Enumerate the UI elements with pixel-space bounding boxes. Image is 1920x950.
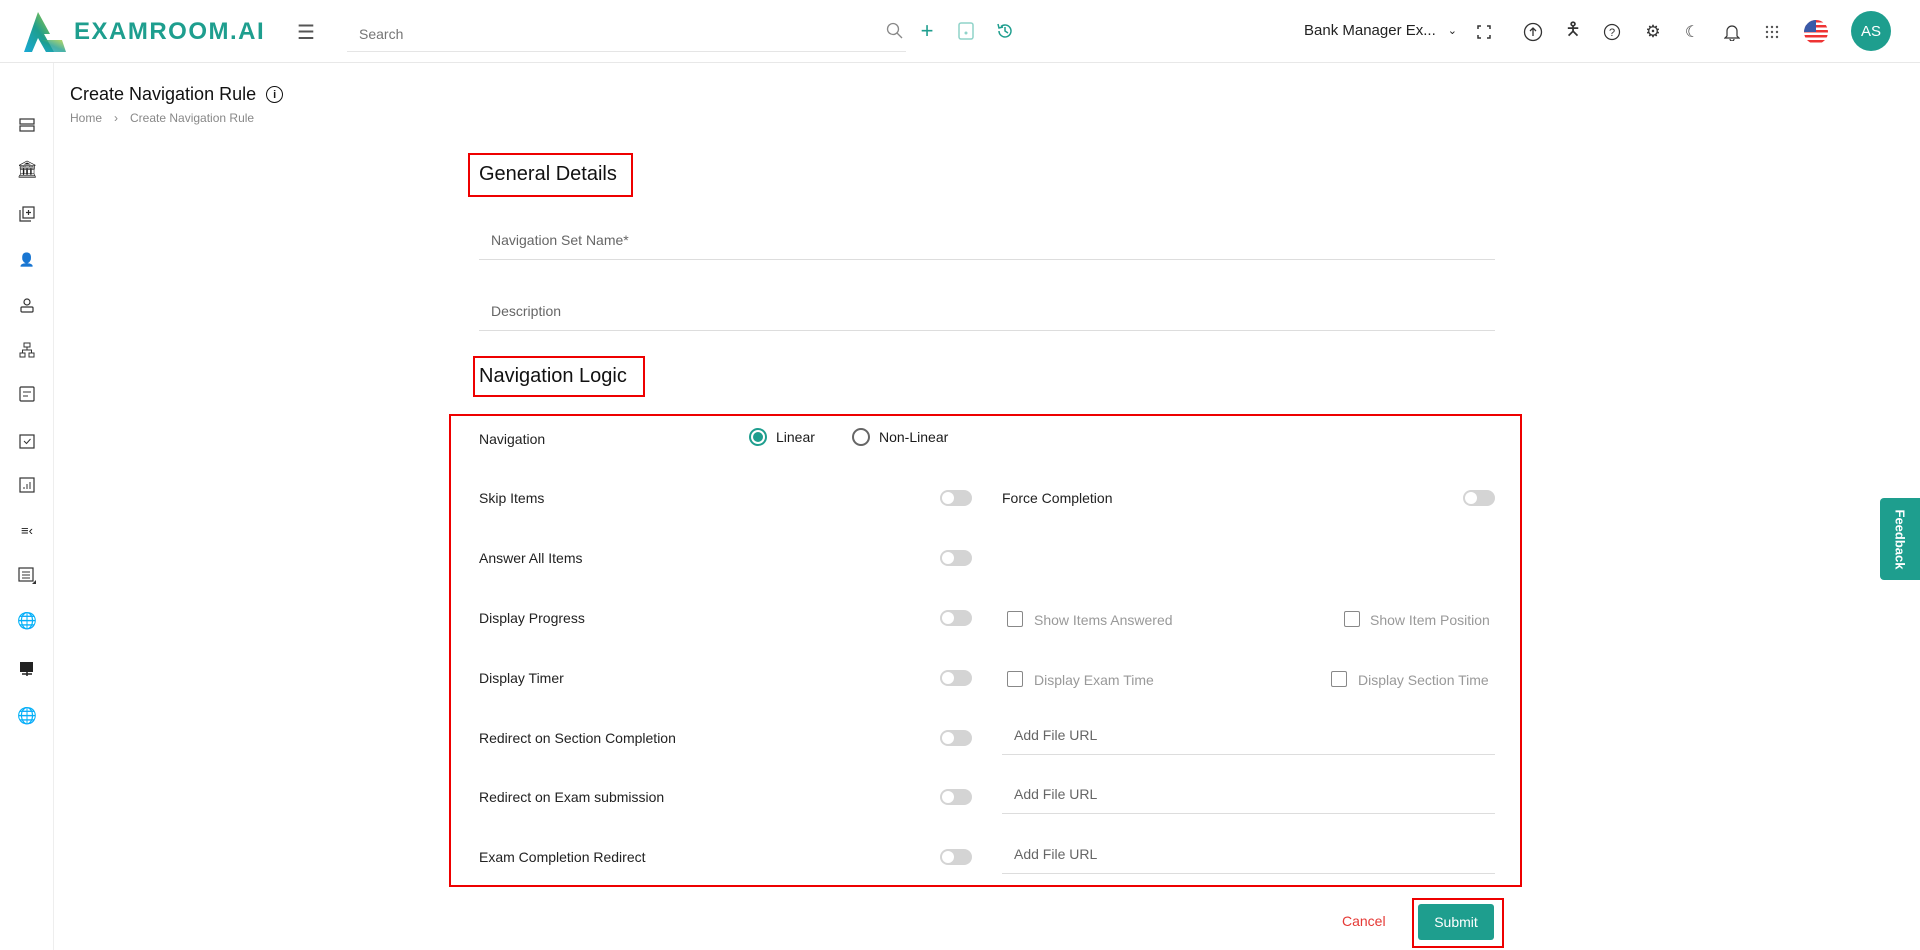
radio-non-linear-label: Non-Linear (879, 429, 949, 445)
exam-selector[interactable]: Bank Manager Ex... ⌄ (1304, 22, 1457, 39)
search-icon[interactable] (885, 21, 905, 41)
clipboard-check-icon[interactable] (17, 430, 37, 450)
general-details-heading: General Details (479, 163, 617, 185)
brand-name: EXAMROOM.AI (74, 18, 266, 45)
logo-icon (24, 12, 66, 52)
search-input[interactable] (347, 16, 867, 51)
accessibility-icon[interactable]: 🯅 (1562, 19, 1584, 43)
top-bar: EXAMROOM.AI ☰ + Bank Manager Ex... ⌄ 🯅 ?… (0, 0, 1920, 63)
display-timer-label: Display Timer (479, 670, 564, 686)
notification-bell-icon[interactable] (1721, 21, 1743, 43)
navigation-set-name-input[interactable] (479, 220, 1495, 259)
list-icon[interactable] (17, 566, 37, 586)
breadcrumb-separator: › (114, 111, 119, 125)
redirect-section-completion-toggle[interactable] (940, 730, 972, 746)
sidebar: 🏛 👤 ≡‹ 🌐 🌐 (0, 63, 54, 950)
history-icon[interactable] (995, 21, 1015, 41)
breadcrumb-home[interactable]: Home (70, 111, 102, 125)
radio-checked-icon (749, 428, 767, 446)
display-section-time-checkbox[interactable] (1331, 671, 1347, 687)
apps-grid-icon[interactable] (1761, 21, 1783, 43)
submit-button[interactable]: Submit (1418, 904, 1494, 940)
user-icon[interactable] (17, 295, 37, 315)
force-completion-label: Force Completion (1002, 490, 1113, 506)
section-redirect-url-input[interactable] (1002, 715, 1495, 754)
breadcrumb: Home › Create Navigation Rule (70, 111, 254, 125)
skip-items-label: Skip Items (479, 490, 545, 506)
help-icon[interactable]: ? (1601, 21, 1623, 43)
exam-completion-url-input[interactable] (1002, 834, 1495, 873)
radio-unchecked-icon (852, 428, 870, 446)
add-icon[interactable]: + (917, 18, 937, 43)
exam-completion-redirect-label: Exam Completion Redirect (479, 849, 646, 865)
display-exam-time-checkbox[interactable] (1007, 671, 1023, 687)
display-progress-toggle[interactable] (940, 610, 972, 626)
display-progress-label: Display Progress (479, 610, 585, 626)
globe-settings-icon[interactable]: 🌐 (17, 611, 37, 631)
redirect-exam-submission-label: Redirect on Exam submission (479, 789, 665, 805)
page-title-row: Create Navigation Rule i (70, 84, 284, 105)
display-exam-time-label: Display Exam Time (1034, 672, 1154, 688)
answer-all-items-label: Answer All Items (479, 550, 583, 566)
save-icon[interactable] (956, 21, 976, 41)
logo[interactable]: EXAMROOM.AI (24, 12, 265, 52)
avatar[interactable]: AS (1851, 11, 1891, 51)
display-section-time-label: Display Section Time (1358, 672, 1489, 688)
navigation-set-name-field[interactable] (479, 220, 1495, 260)
navigation-label: Navigation (479, 431, 546, 447)
description-input[interactable] (479, 291, 1495, 330)
upload-icon[interactable] (1522, 21, 1544, 43)
fullscreen-icon[interactable] (1474, 22, 1494, 42)
answer-all-items-toggle[interactable] (940, 550, 972, 566)
radio-non-linear[interactable]: Non-Linear (852, 428, 948, 446)
navigation-logic-panel-highlight (449, 414, 1522, 887)
svg-text:?: ? (1609, 27, 1615, 39)
menu-icon[interactable]: ☰ (296, 22, 316, 44)
feedback-tab[interactable]: Feedback (1880, 498, 1920, 580)
info-icon[interactable]: i (266, 86, 284, 103)
avatar-initials: AS (1860, 22, 1881, 40)
form-icon[interactable] (17, 384, 37, 404)
redirect-section-completion-label: Redirect on Section Completion (479, 730, 676, 746)
show-items-answered-label: Show Items Answered (1034, 612, 1173, 628)
show-items-answered-checkbox[interactable] (1007, 611, 1023, 627)
list-collapse-icon[interactable]: ≡‹ (17, 520, 37, 540)
bank-icon[interactable]: 🏛 (16, 160, 38, 180)
radio-linear-label: Linear (776, 429, 815, 445)
settings-icon[interactable]: ⚙ (1642, 21, 1664, 43)
add-library-icon[interactable] (17, 204, 37, 224)
page-title: Create Navigation Rule (70, 84, 257, 104)
search-field[interactable] (347, 16, 906, 52)
dark-mode-icon[interactable]: ☾ (1681, 21, 1703, 43)
show-item-position-label: Show Item Position (1370, 612, 1490, 628)
redirect-exam-submission-toggle[interactable] (940, 789, 972, 805)
display-timer-toggle[interactable] (940, 670, 972, 686)
exam-completion-redirect-toggle[interactable] (940, 849, 972, 865)
navigation-logic-heading: Navigation Logic (479, 365, 627, 387)
us-flag-icon[interactable] (1804, 20, 1828, 44)
description-field[interactable] (479, 291, 1495, 331)
exam-submission-url-input[interactable] (1002, 774, 1495, 813)
chevron-down-icon: ⌄ (1447, 25, 1457, 37)
globe-icon[interactable]: 🌐 (17, 706, 37, 726)
force-completion-toggle[interactable] (1463, 490, 1495, 506)
terminal-icon[interactable] (17, 659, 37, 679)
hierarchy-icon[interactable] (17, 340, 37, 360)
user-settings-icon[interactable]: 👤 (17, 250, 37, 270)
radio-linear[interactable]: Linear (749, 428, 815, 446)
show-item-position-checkbox[interactable] (1344, 611, 1360, 627)
exam-submission-url-field[interactable] (1002, 774, 1495, 814)
skip-items-toggle[interactable] (940, 490, 972, 506)
section-redirect-url-field[interactable] (1002, 715, 1495, 755)
cancel-button[interactable]: Cancel (1342, 913, 1386, 929)
exam-selector-label: Bank Manager Ex... (1304, 22, 1436, 39)
feedback-label: Feedback (1892, 509, 1908, 569)
report-icon[interactable] (17, 475, 37, 495)
server-icon[interactable] (17, 115, 37, 135)
breadcrumb-current: Create Navigation Rule (130, 111, 255, 125)
exam-completion-url-field[interactable] (1002, 834, 1495, 874)
